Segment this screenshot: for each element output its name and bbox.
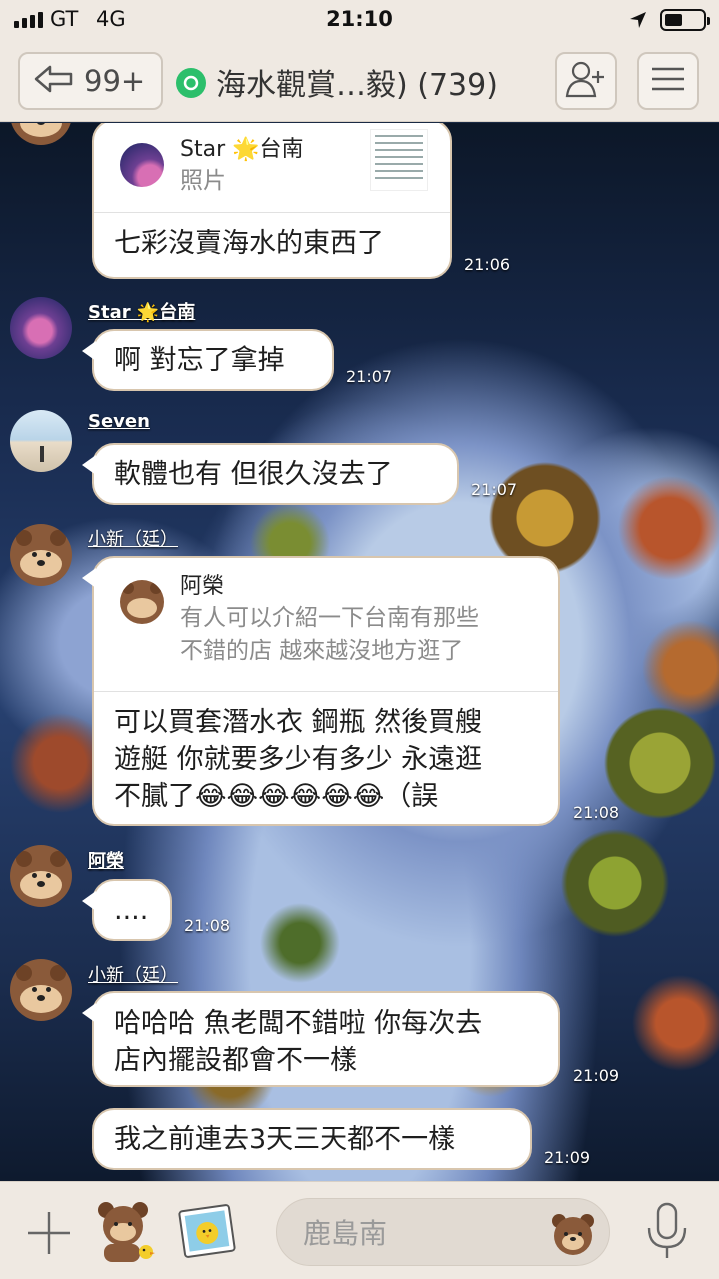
sender-name: 小新（廷） <box>88 965 178 986</box>
reply-card[interactable]: Star 🌟台南 照片 <box>94 123 450 213</box>
battery-icon <box>660 9 710 31</box>
chat-area[interactable]: Star 🌟台南 照片 七彩沒賣海水的東西了 21:06 Star 🌟台南 啊 … <box>0 123 719 1181</box>
microphone-icon <box>642 1202 692 1266</box>
reply-quote: 有人可以介紹一下台南有那些 <box>180 605 479 631</box>
reply-avatar <box>120 580 164 624</box>
message-time: 21:07 <box>471 480 518 499</box>
avatar[interactable] <box>10 297 72 359</box>
message-bubble[interactable]: 阿榮 有人可以介紹一下台南有那些 不錯的店 越來越沒地方逛了 可以買套潛水衣 鋼… <box>82 556 560 826</box>
group-chat-icon <box>176 68 206 98</box>
message-text: .... <box>114 895 149 926</box>
sticker-button[interactable] <box>92 1196 160 1264</box>
hamburger-menu-icon <box>651 66 685 96</box>
message-time: 21:07 <box>346 367 393 386</box>
composer-bar <box>0 1181 719 1279</box>
message-text: 我之前連去3天三天都不一樣 <box>114 1124 456 1155</box>
message-time: 21:09 <box>544 1148 591 1167</box>
chat-header: 99+ 海水觀賞…毅) (739) <box>0 40 719 122</box>
message-text: 店內擺設都會不一樣 <box>114 1045 357 1076</box>
message-time: 21:09 <box>573 1066 620 1085</box>
message-bubble[interactable]: .... <box>82 879 172 941</box>
message-input-wrapper[interactable] <box>276 1198 610 1266</box>
message-time: 21:08 <box>573 803 620 822</box>
message-time: 21:06 <box>464 255 511 274</box>
sender-name: Seven <box>88 411 150 432</box>
message-text: 不膩了😂😂😂😂😂😂（誤 <box>114 781 439 812</box>
reply-card[interactable]: 阿榮 有人可以介紹一下台南有那些 不錯的店 越來越沒地方逛了 <box>94 558 558 692</box>
avatar[interactable] <box>10 410 72 472</box>
add-person-icon <box>564 59 608 103</box>
add-friend-button[interactable] <box>555 52 617 110</box>
unread-count: 99+ <box>84 64 146 98</box>
reply-quote: 不錯的店 越來越沒地方逛了 <box>180 638 464 664</box>
reply-avatar <box>120 143 164 187</box>
sticker-icon <box>92 1202 160 1268</box>
page-title[interactable]: 海水觀賞…毅) (739) <box>216 60 498 104</box>
avatar[interactable] <box>10 845 72 907</box>
photo-button[interactable] <box>176 1202 238 1260</box>
clock: 21:10 <box>326 7 393 31</box>
message-time: 21:08 <box>184 916 231 935</box>
plus-icon <box>26 1212 72 1260</box>
reply-sender: 阿榮 <box>180 574 225 599</box>
message-bubble[interactable]: Star 🌟台南 照片 七彩沒賣海水的東西了 <box>92 123 452 279</box>
sender-name: 阿榮 <box>88 851 124 872</box>
plus-button[interactable] <box>26 1210 72 1256</box>
avatar[interactable] <box>10 959 72 1021</box>
avatar[interactable] <box>10 123 72 145</box>
arrow-left-icon <box>34 64 74 98</box>
message-bubble[interactable]: 哈哈哈 魚老闆不錯啦 你每次去 店內擺設都會不一樣 <box>82 991 560 1087</box>
message-bubble[interactable]: 我之前連去3天三天都不一樣 <box>92 1108 532 1170</box>
photo-icon <box>176 1204 238 1264</box>
message-text: 遊艇 你就要多少有多少 永遠逛 <box>114 744 483 775</box>
status-bar: GT 4G 21:10 <box>0 0 719 40</box>
message-input[interactable] <box>303 1213 543 1253</box>
message-text: 可以買套潛水衣 鋼瓶 然後買艘 <box>114 707 483 738</box>
emoji-button[interactable] <box>547 1207 599 1259</box>
mic-button[interactable] <box>642 1200 692 1262</box>
avatar[interactable] <box>10 524 72 586</box>
emoji-icon <box>547 1214 599 1263</box>
sender-name: 小新（廷） <box>88 529 178 550</box>
reply-quote: 照片 <box>180 168 226 194</box>
message-text: 哈哈哈 魚老闆不錯啦 你每次去 <box>114 1008 483 1039</box>
menu-button[interactable] <box>637 52 699 110</box>
message-text: 軟體也有 但很久沒去了 <box>114 459 393 490</box>
photo-thumbnail <box>370 129 428 191</box>
message-text: 啊 對忘了拿掉 <box>114 345 285 376</box>
reply-sender: Star 🌟台南 <box>180 137 304 162</box>
message-bubble[interactable]: 啊 對忘了拿掉 <box>82 329 334 391</box>
back-button[interactable]: 99+ <box>18 52 163 110</box>
message-text: 七彩沒賣海水的東西了 <box>114 228 384 259</box>
location-arrow-icon <box>628 10 648 35</box>
sender-name: Star 🌟台南 <box>88 302 196 323</box>
message-bubble[interactable]: 軟體也有 但很久沒去了 <box>82 443 459 505</box>
